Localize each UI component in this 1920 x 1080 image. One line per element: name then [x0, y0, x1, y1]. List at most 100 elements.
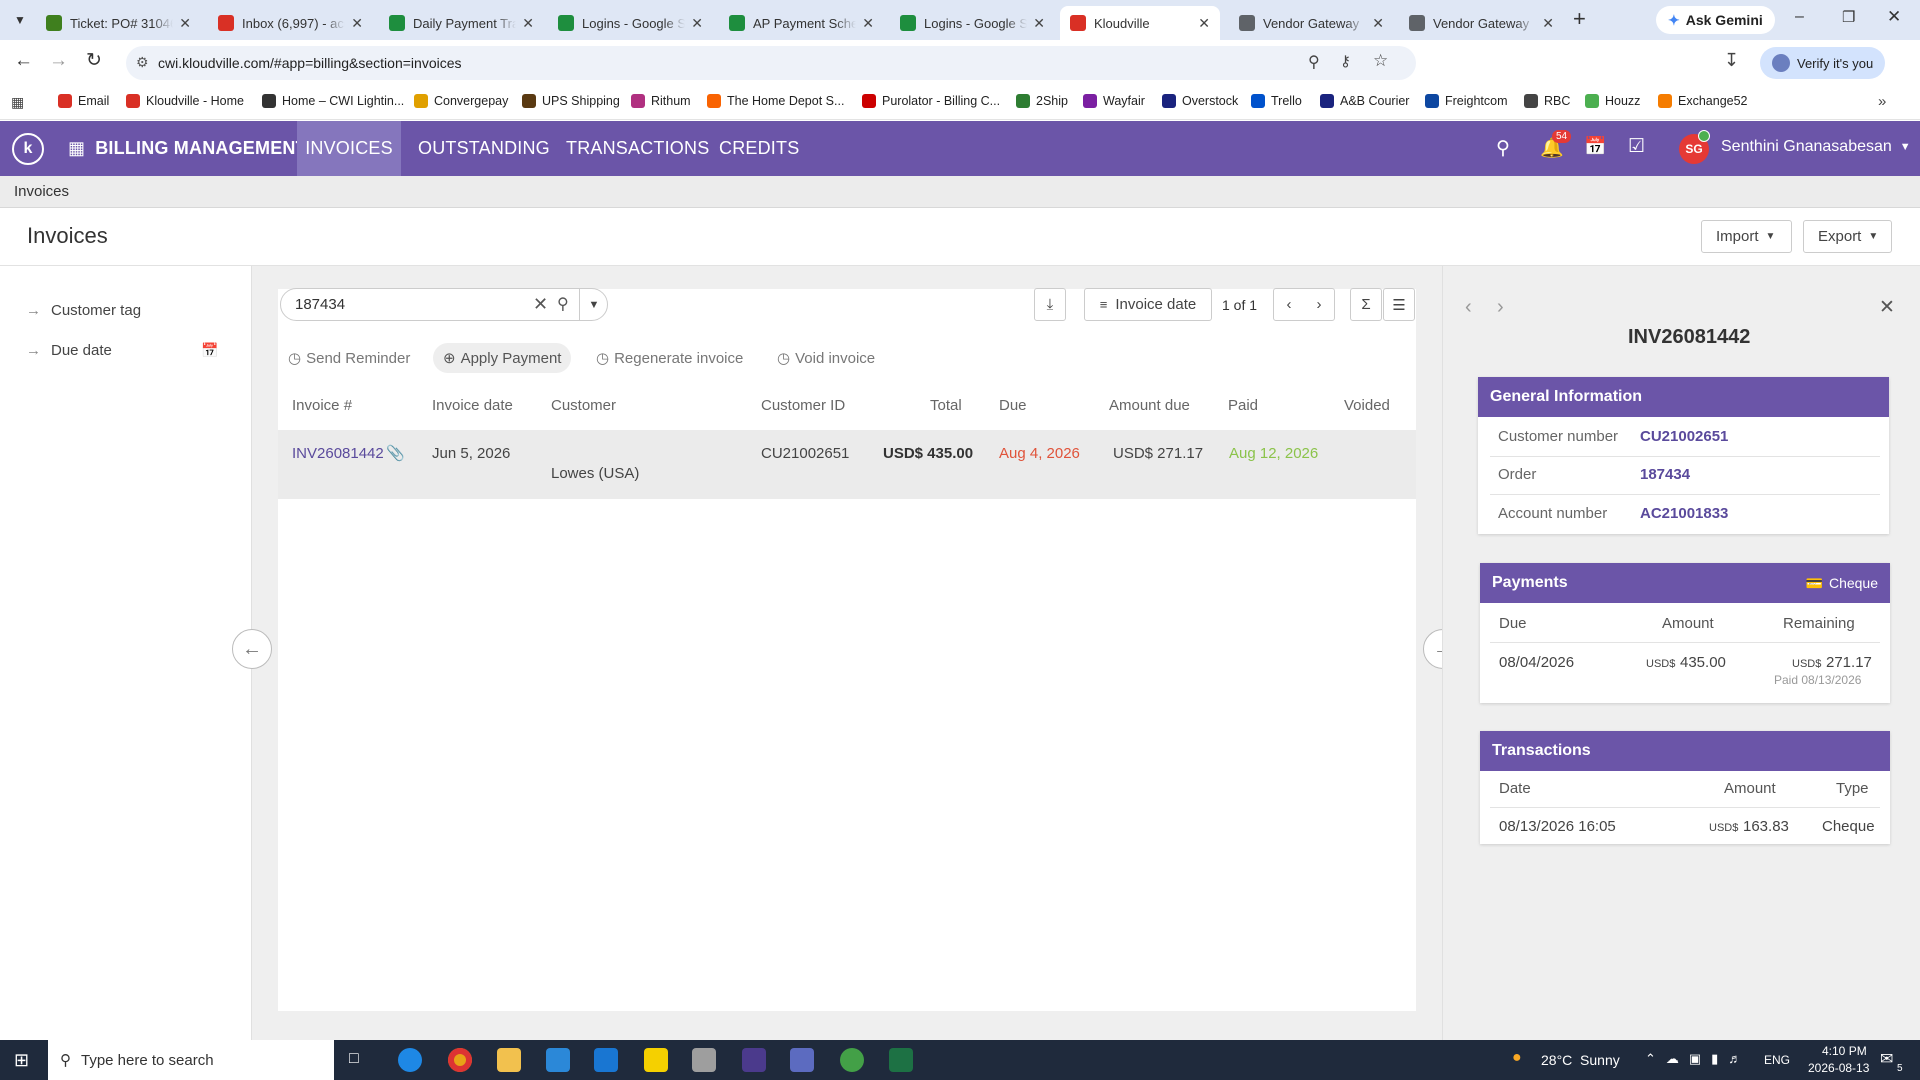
- bookmark-item[interactable]: Kloudville - Home: [126, 94, 244, 108]
- browser-tab[interactable]: Daily Payment Tra ✕: [379, 6, 544, 40]
- file-explorer-icon[interactable]: [497, 1048, 521, 1072]
- store-icon[interactable]: [546, 1048, 570, 1072]
- column-header-amount-due[interactable]: Amount due: [1109, 397, 1190, 414]
- taskbar-search-box[interactable]: ⚲ Type here to search: [48, 1040, 334, 1080]
- edge-icon[interactable]: [398, 1048, 422, 1072]
- excel-icon[interactable]: [889, 1048, 913, 1072]
- bookmark-item[interactable]: UPS Shipping: [522, 94, 620, 108]
- order-link[interactable]: 187434: [1640, 466, 1690, 483]
- address-bar[interactable]: ⚙ cwi.kloudville.com/#app=billing&sectio…: [126, 46, 1416, 80]
- app-icon[interactable]: [692, 1048, 716, 1072]
- reload-icon[interactable]: ↻: [86, 49, 102, 72]
- send-reminder-button[interactable]: ◷ Send Reminder: [278, 343, 420, 373]
- regenerate-invoice-button[interactable]: ◷ Regenerate invoice: [586, 343, 753, 373]
- bookmark-item[interactable]: Email: [58, 94, 109, 108]
- bookmark-item[interactable]: Wayfair: [1083, 94, 1145, 108]
- new-tab-button[interactable]: +: [1573, 6, 1586, 32]
- notification-center-icon[interactable]: ✉: [1880, 1049, 1893, 1069]
- filter-due-date[interactable]: → Due date: [26, 342, 112, 359]
- bookmark-item[interactable]: Home – CWI Lightin...: [262, 94, 404, 108]
- tab-invoices[interactable]: INVOICES: [297, 121, 401, 176]
- tab-transactions[interactable]: TRANSACTIONS: [566, 121, 709, 176]
- bookmark-item[interactable]: Exchange52: [1658, 94, 1748, 108]
- password-key-icon[interactable]: ⚷: [1340, 52, 1351, 70]
- tab-close-icon[interactable]: ✕: [179, 15, 191, 32]
- apply-payment-button[interactable]: ⊕ Apply Payment: [433, 343, 572, 373]
- browser-tab[interactable]: Logins - Google Sh ✕: [548, 6, 713, 40]
- bookmark-item[interactable]: Rithum: [631, 94, 691, 108]
- weather-text[interactable]: 28°C Sunny: [1541, 1052, 1620, 1068]
- apps-grid-icon[interactable]: ▦: [11, 94, 24, 111]
- clock-time[interactable]: 4:10 PM: [1822, 1044, 1867, 1058]
- column-header-invoice-date[interactable]: Invoice date: [432, 397, 513, 414]
- user-menu[interactable]: Senthini Gnanasabesan ▼: [1721, 138, 1911, 156]
- tab-close-icon[interactable]: ✕: [1372, 15, 1384, 32]
- search-options-chevron-icon[interactable]: ▼: [579, 289, 608, 320]
- download-icon[interactable]: ↧: [1724, 50, 1739, 71]
- column-header-due[interactable]: Due: [999, 397, 1027, 414]
- browser-tab[interactable]: Logins - Google Sh ✕: [890, 6, 1055, 40]
- ask-gemini-button[interactable]: ✦ Ask Gemini: [1656, 6, 1775, 34]
- sticky-notes-icon[interactable]: [644, 1048, 668, 1072]
- browser-tab[interactable]: Inbox (6,997) - acc ✕: [208, 6, 373, 40]
- browser-tab[interactable]: AP Payment Sched ✕: [719, 6, 884, 40]
- close-icon[interactable]: ✕: [1879, 296, 1895, 319]
- forward-icon[interactable]: →: [49, 50, 68, 72]
- customer-number-link[interactable]: CU21002651: [1640, 428, 1728, 445]
- language-indicator[interactable]: ENG: [1764, 1053, 1790, 1067]
- chat-icon[interactable]: [840, 1048, 864, 1072]
- module-menu[interactable]: ▦ BILLING MANAGEMENT: [68, 121, 307, 176]
- chevron-left-icon[interactable]: ‹: [1465, 296, 1472, 319]
- url-text[interactable]: cwi.kloudville.com/#app=billing&section=…: [158, 55, 462, 71]
- tab-credits[interactable]: CREDITS: [719, 121, 799, 176]
- teams-icon[interactable]: [742, 1048, 766, 1072]
- search-icon[interactable]: ⚲: [557, 294, 569, 314]
- bookmark-item[interactable]: 2Ship: [1016, 94, 1068, 108]
- restore-button[interactable]: ❐: [1842, 8, 1855, 26]
- search-box[interactable]: ✕ ⚲ ▼: [280, 288, 608, 321]
- breadcrumb-item[interactable]: Invoices: [14, 183, 69, 200]
- column-header-voided[interactable]: Voided: [1344, 397, 1390, 414]
- browser-tab[interactable]: Vendor Gateway ✕: [1229, 6, 1394, 40]
- calendar-icon[interactable]: 📅: [201, 342, 218, 359]
- bookmark-star-icon[interactable]: ☆: [1373, 51, 1388, 71]
- import-button[interactable]: Import ▼: [1701, 220, 1792, 253]
- tab-close-icon[interactable]: ✕: [1033, 15, 1045, 32]
- tab-close-icon[interactable]: ✕: [1542, 15, 1554, 32]
- kloudville-logo[interactable]: k: [12, 133, 44, 165]
- void-invoice-button[interactable]: ◷ Void invoice: [767, 343, 885, 373]
- tab-outstanding[interactable]: OUTSTANDING: [418, 121, 550, 176]
- clock-date[interactable]: 2026-08-13: [1808, 1061, 1869, 1075]
- attachment-icon[interactable]: 📎: [386, 444, 405, 462]
- back-icon[interactable]: ←: [14, 50, 33, 72]
- minimize-button[interactable]: –: [1795, 8, 1804, 26]
- verify-profile-button[interactable]: Verify it's you: [1760, 47, 1886, 79]
- bookmark-item[interactable]: Purolator - Billing C...: [862, 94, 1000, 108]
- filter-customer-tag[interactable]: → Customer tag: [26, 302, 141, 319]
- bookmark-item[interactable]: Trello: [1251, 94, 1302, 108]
- bookmark-item[interactable]: A&B Courier: [1320, 94, 1409, 108]
- chevron-right-icon[interactable]: ›: [1317, 296, 1322, 313]
- sort-button[interactable]: ≡ Invoice date: [1084, 288, 1212, 321]
- totals-button[interactable]: Σ: [1350, 288, 1382, 321]
- column-header-customer[interactable]: Customer: [551, 397, 616, 414]
- browser-tab[interactable]: Ticket: PO# 31046 ✕: [36, 6, 201, 40]
- chrome-icon[interactable]: [448, 1048, 472, 1072]
- zoom-icon[interactable]: ⚲: [1308, 52, 1320, 72]
- start-icon[interactable]: ⊞: [14, 1050, 29, 1071]
- invoice-number-link[interactable]: INV26081442: [292, 445, 384, 462]
- export-button[interactable]: Export ▼: [1803, 220, 1892, 253]
- more-bookmarks-icon[interactable]: »: [1878, 93, 1886, 110]
- window-close-button[interactable]: ✕: [1887, 7, 1901, 27]
- bookmark-item[interactable]: Freightcom: [1425, 94, 1508, 108]
- site-info-icon[interactable]: ⚙: [136, 54, 149, 71]
- browser-tab[interactable]: Vendor Gateway ✕: [1399, 6, 1564, 40]
- bookmark-item[interactable]: Convergepay: [414, 94, 508, 108]
- clear-icon[interactable]: ✕: [533, 294, 548, 315]
- tab-search-icon[interactable]: ▼: [10, 10, 30, 30]
- bookmark-item[interactable]: Houzz: [1585, 94, 1640, 108]
- column-header-total[interactable]: Total: [930, 397, 962, 414]
- list-view-button[interactable]: ☰: [1383, 288, 1415, 321]
- calendar-icon[interactable]: 📅: [1584, 136, 1606, 157]
- column-header-invoice[interactable]: Invoice #: [292, 397, 352, 414]
